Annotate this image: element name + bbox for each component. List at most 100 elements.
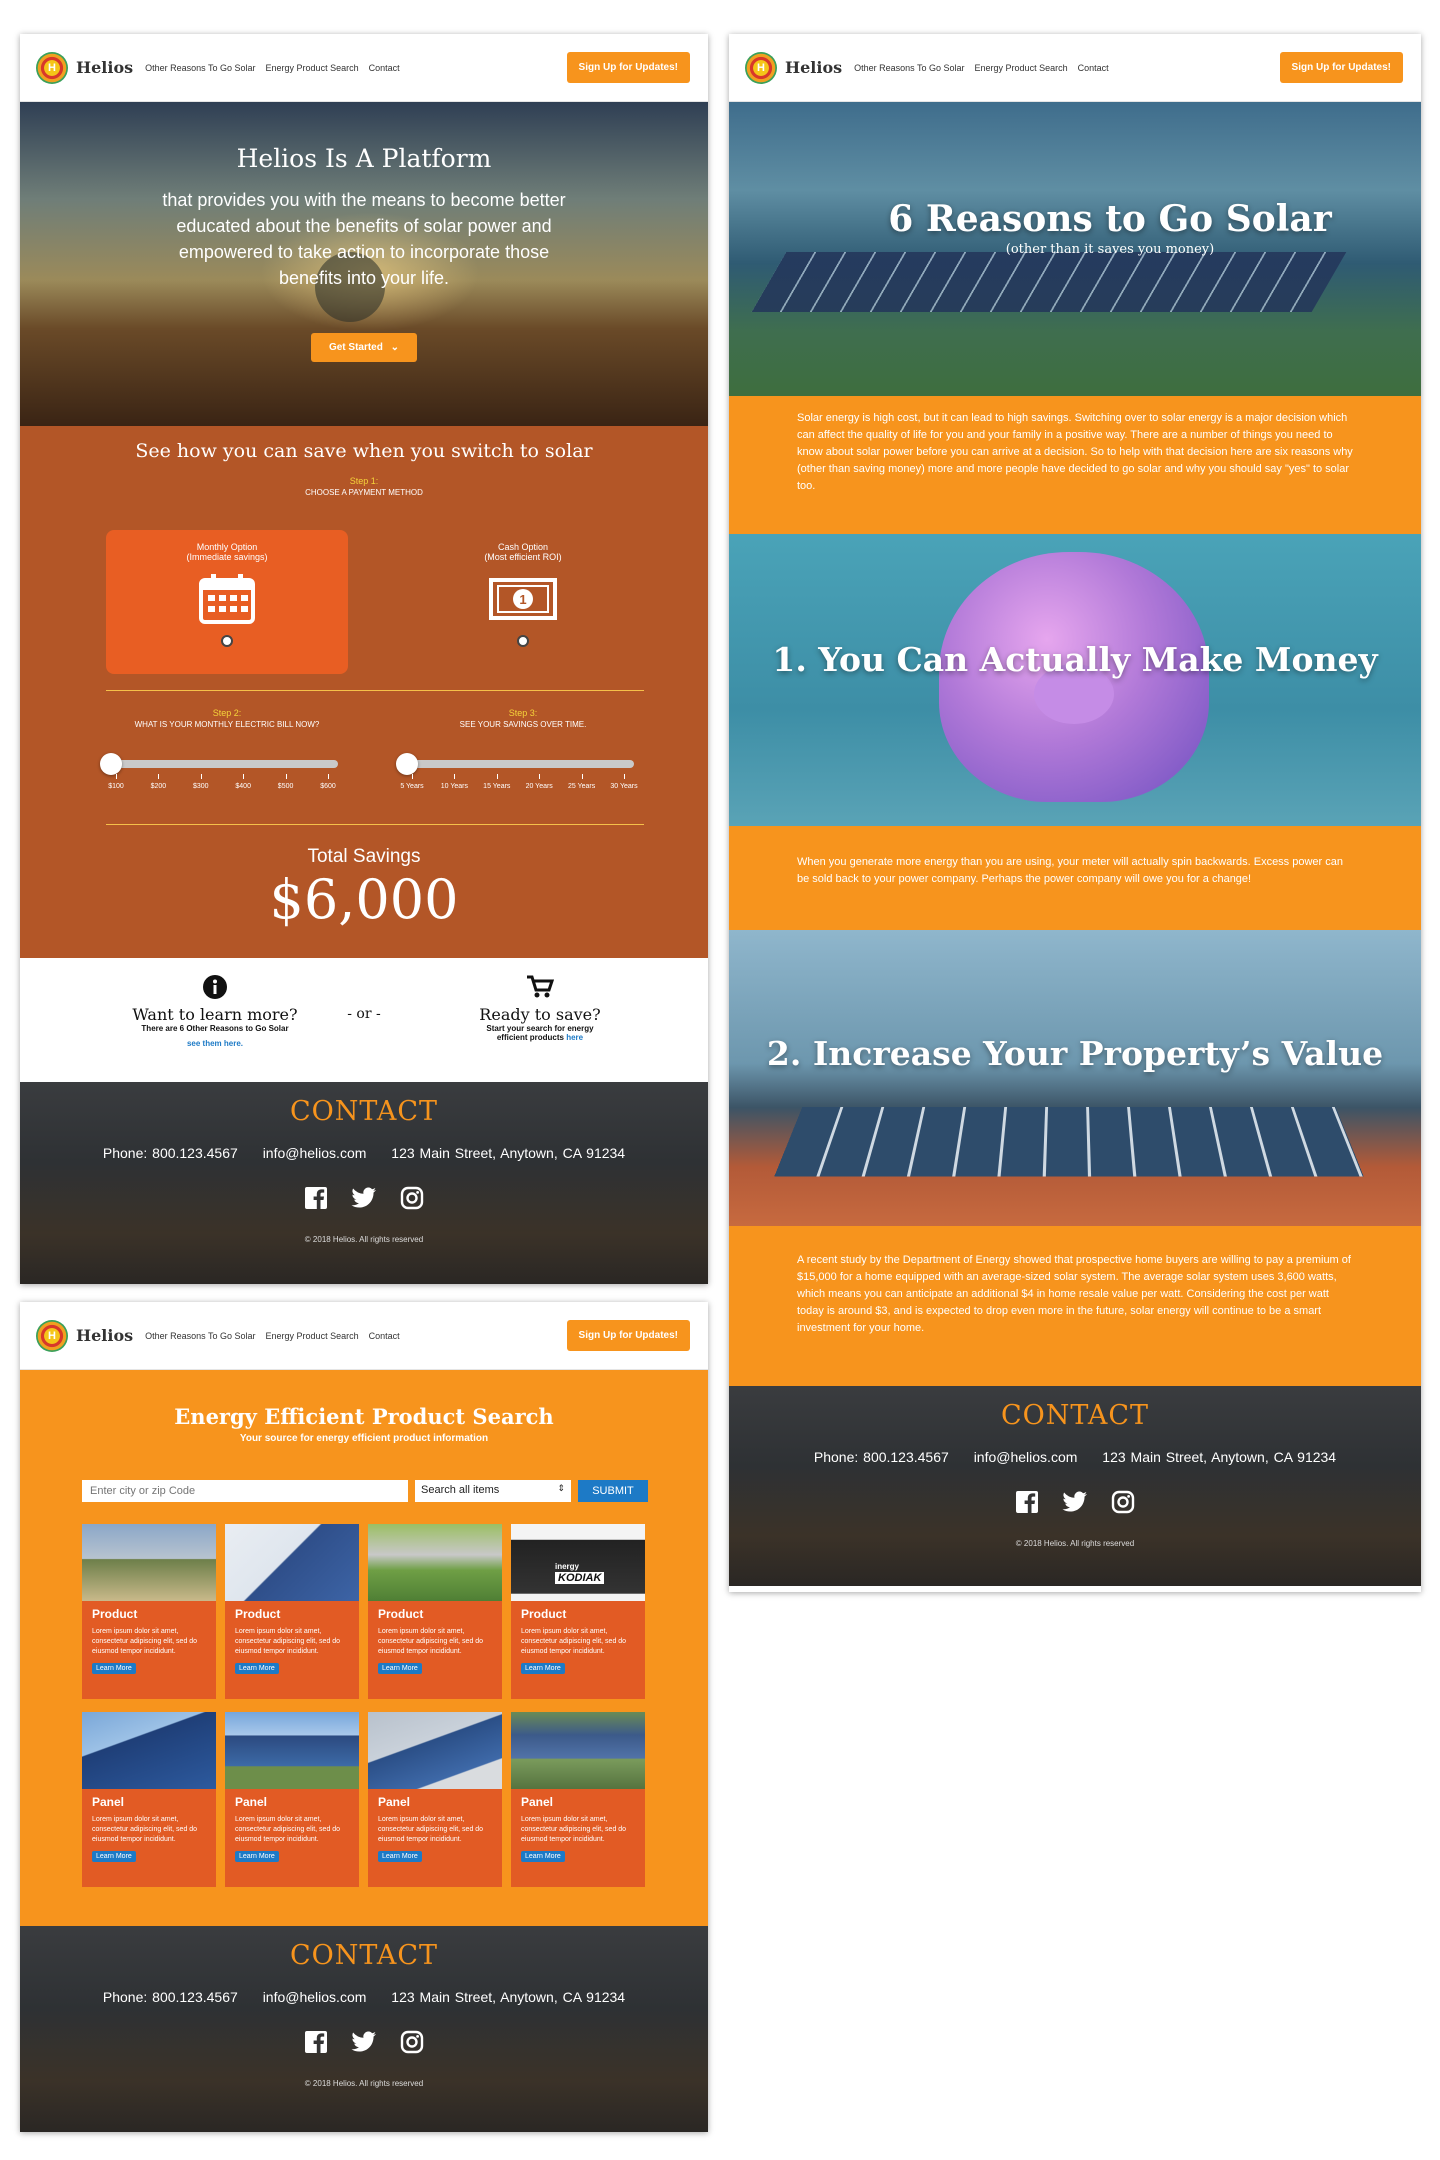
contact-address: 123 Main Street, Anytown, CA 91234: [391, 1989, 626, 2005]
bill-tick-label: $500: [277, 783, 294, 790]
product-card-text: Lorem ipsum dolor sit amet, consectetur …: [521, 1628, 627, 1655]
years-tick-mark: [412, 774, 413, 779]
nav-link-contact[interactable]: Contact: [1078, 63, 1109, 73]
product-card[interactable]: Product Lorem ipsum dolor sit amet, conse…: [225, 1524, 359, 1699]
years-slider-knob[interactable]: [396, 753, 418, 775]
instagram-icon[interactable]: [399, 1185, 425, 1211]
step3-label: Step 3:: [508, 708, 538, 718]
contact-phone: Phone: 800.123.4567: [102, 1145, 238, 1161]
cash-option-card[interactable]: Cash Option (Most efficient ROI) 1: [402, 530, 644, 674]
contact-title: CONTACT: [289, 1940, 439, 1971]
bill-tick-mark: [328, 774, 329, 779]
money-bill-icon: 1: [489, 578, 557, 620]
reason-1-box: When you generate more energy than you a…: [729, 826, 1421, 930]
years-slider-track[interactable]: [402, 760, 634, 768]
nav-link-contact[interactable]: Contact: [369, 1331, 400, 1341]
monthly-option-card[interactable]: Monthly Option (Immediate savings): [106, 530, 348, 674]
instagram-icon[interactable]: [1110, 1489, 1136, 1515]
divider-2: [106, 824, 644, 825]
learn-more-button[interactable]: Learn More: [235, 1851, 279, 1862]
reason-1-text: When you generate more energy than you a…: [797, 856, 1343, 885]
helios-logo-icon[interactable]: H: [745, 51, 777, 84]
ready-to-save-block: Ready to save? Start your search for ene…: [440, 974, 640, 1042]
sign-up-button[interactable]: Sign Up for Updates!: [566, 52, 690, 83]
search-subtitle: Your source for energy efficient product…: [239, 1433, 489, 1444]
years-tick-label: 10 Years: [440, 783, 469, 790]
product-card-title: Panel: [378, 1795, 411, 1809]
nav-link-contact[interactable]: Contact: [369, 63, 400, 73]
nav-link-reasons[interactable]: Other Reasons To Go Solar: [854, 63, 964, 73]
product-card[interactable]: Product Lorem ipsum dolor sit amet, conse…: [368, 1524, 502, 1699]
search-section: Energy Efficient Product Search Your sou…: [20, 1370, 708, 1926]
nav-link-product-search[interactable]: Energy Product Search: [975, 63, 1068, 73]
sign-up-button[interactable]: Sign Up for Updates!: [1279, 52, 1403, 83]
learn-more-button[interactable]: Learn More: [92, 1851, 136, 1862]
monthly-radio[interactable]: [221, 635, 233, 647]
step1-text: CHOOSE A PAYMENT METHOD: [305, 488, 423, 497]
facebook-icon[interactable]: [1014, 1489, 1040, 1515]
learn-more-button[interactable]: Learn More: [521, 1663, 565, 1674]
years-tick-label: 20 Years: [525, 783, 553, 790]
zip-input[interactable]: [82, 1480, 408, 1502]
nav-link-product-search[interactable]: Energy Product Search: [266, 63, 359, 73]
years-tick-mark: [496, 774, 498, 779]
save-title: Ready to save?: [479, 1005, 601, 1024]
nav-link-reasons[interactable]: Other Reasons To Go Solar: [145, 63, 255, 73]
twitter-icon[interactable]: [1062, 1489, 1088, 1515]
years-tick-label: 15 Years: [483, 783, 511, 790]
learn-more-button[interactable]: Learn More: [92, 1663, 136, 1674]
product-card[interactable]: Panel Lorem ipsum dolor sit amet, consect…: [511, 1712, 645, 1887]
product-card-text: Lorem ipsum dolor sit amet, consectetur …: [521, 1816, 627, 1843]
brand-name[interactable]: Helios: [76, 58, 133, 77]
years-tick-mark: [454, 774, 456, 779]
category-select[interactable]: Search all items ⇕: [415, 1480, 571, 1502]
contact-info: Phone: 800.123.4567 info@helios.com 123 …: [20, 1145, 708, 1161]
brand-name[interactable]: Helios: [76, 1326, 133, 1345]
here-link[interactable]: here: [566, 1033, 583, 1042]
nav-link-reasons[interactable]: Other Reasons To Go Solar: [145, 1331, 255, 1341]
twitter-icon[interactable]: [351, 2029, 377, 2055]
product-card-title: Product: [92, 1607, 138, 1621]
contact-info: Phone: 800.123.4567 info@helios.com 123 …: [729, 1449, 1421, 1465]
product-card[interactable]: Panel Lorem ipsum dolor sit amet, consect…: [225, 1712, 359, 1887]
product-card-text: Lorem ipsum dolor sit amet, consectetur …: [378, 1816, 484, 1843]
reason-2-box: A recent study by the Department of Ener…: [729, 1226, 1421, 1386]
helios-logo-icon[interactable]: H: [36, 1319, 68, 1352]
contact-email[interactable]: info@helios.com: [974, 1449, 1078, 1465]
bill-slider-track[interactable]: [106, 760, 338, 768]
cash-radio[interactable]: [517, 635, 529, 647]
contact-info: Phone: 800.123.4567 info@helios.com 123 …: [20, 1989, 708, 2005]
kodiak-brand-text: inergy: [555, 1562, 580, 1571]
bill-tick-mark: [243, 774, 245, 779]
reason-1-hero: 1. You Can Actually Make Money: [729, 534, 1421, 826]
instagram-icon[interactable]: [399, 2029, 425, 2055]
reason-2-text: A recent study by the Department of Ener…: [797, 1254, 1351, 1334]
top-nav: H Helios Other Reasons To Go Solar Energ…: [20, 34, 708, 102]
facebook-icon[interactable]: [303, 1185, 329, 1211]
helios-logo-icon[interactable]: H: [36, 51, 68, 84]
kodiak-generator-image: inergy KODIAK: [511, 1524, 645, 1601]
product-card[interactable]: Product Lorem ipsum dolor sit amet, conse…: [82, 1524, 216, 1699]
contact-email[interactable]: info@helios.com: [263, 1145, 367, 1161]
product-card[interactable]: inergy KODIAK Product Lorem ipsum dolor sit…: [511, 1524, 645, 1699]
nav-link-product-search[interactable]: Energy Product Search: [266, 1331, 359, 1341]
product-card[interactable]: Panel Lorem ipsum dolor sit amet, consect…: [82, 1712, 216, 1887]
bill-slider-knob[interactable]: [100, 753, 122, 775]
see-them-link[interactable]: see them here.: [187, 1039, 243, 1048]
sign-up-button[interactable]: Sign Up for Updates!: [566, 1320, 690, 1351]
submit-button[interactable]: SUBMIT: [578, 1480, 648, 1502]
select-arrows-icon: ⇕: [557, 1483, 565, 1493]
product-card[interactable]: Panel Lorem ipsum dolor sit amet, consect…: [368, 1712, 502, 1887]
learn-more-button[interactable]: Learn More: [235, 1663, 279, 1674]
contact-email[interactable]: info@helios.com: [263, 1989, 367, 2005]
twitter-icon[interactable]: [351, 1185, 377, 1211]
learn-more-button[interactable]: Learn More: [378, 1663, 422, 1674]
get-started-button[interactable]: Get Started ⌄: [310, 333, 418, 362]
top-nav: H Helios Other Reasons To Go Solar Energ…: [729, 34, 1421, 102]
product-card-text: Lorem ipsum dolor sit amet, consectetur …: [235, 1816, 341, 1843]
learn-more-button[interactable]: Learn More: [521, 1851, 565, 1862]
brand-name[interactable]: Helios: [785, 58, 842, 77]
learn-more-button[interactable]: Learn More: [378, 1851, 422, 1862]
product-card-text: Lorem ipsum dolor sit amet, consectetur …: [378, 1628, 484, 1655]
facebook-icon[interactable]: [303, 2029, 329, 2055]
